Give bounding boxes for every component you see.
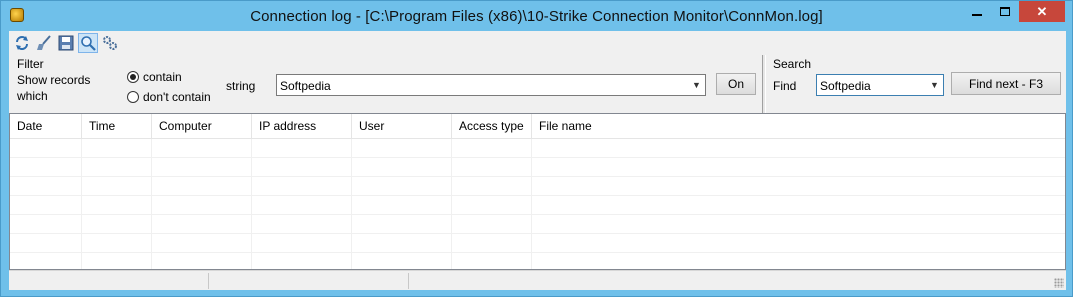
column-header-file-name[interactable]: File name (532, 114, 1065, 139)
column-divider (81, 139, 82, 269)
settings-button[interactable] (100, 33, 120, 53)
search-panel: Search Find Softpedia ▼ Find next - F3 (766, 55, 1066, 113)
find-label: Find (773, 79, 797, 93)
dont-contain-option-label[interactable]: don't contain (143, 90, 211, 104)
filter-on-button[interactable]: On (716, 73, 756, 95)
contain-option-label[interactable]: contain (143, 70, 182, 84)
empty-grid-line (10, 139, 1065, 158)
contain-radio[interactable] (127, 71, 139, 83)
column-divider (351, 139, 352, 269)
show-records-label: Show records (17, 73, 91, 87)
filter-string-combo[interactable]: Softpedia ▼ (276, 74, 706, 96)
search-icon (81, 36, 96, 51)
find-value: Softpedia (820, 79, 871, 93)
empty-grid-line (10, 215, 1065, 234)
log-table[interactable]: Date Time Computer IP address User Acces… (9, 113, 1066, 270)
dont-contain-radio[interactable] (127, 91, 139, 103)
status-cell (209, 273, 409, 289)
status-bar (9, 270, 1066, 290)
window-title: Connection log - [C:\Program Files (x86)… (250, 8, 823, 25)
status-cell (9, 273, 209, 289)
resize-grip-icon[interactable] (1054, 278, 1064, 288)
maximize-button[interactable] (991, 1, 1018, 22)
column-divider (531, 139, 532, 269)
table-header: Date Time Computer IP address User Acces… (10, 114, 1065, 139)
filter-string-value: Softpedia (280, 79, 331, 93)
minimize-icon (972, 13, 982, 16)
empty-grid-line (10, 234, 1065, 253)
column-header-ip-address[interactable]: IP address (252, 114, 352, 139)
column-header-user[interactable]: User (352, 114, 452, 139)
client-area: Filter Show records which contain don't … (9, 31, 1066, 290)
column-header-computer[interactable]: Computer (152, 114, 252, 139)
refresh-icon (16, 36, 28, 50)
column-divider (251, 139, 252, 269)
string-label: string (226, 79, 256, 93)
column-divider (451, 139, 452, 269)
close-icon: ✕ (1036, 3, 1048, 19)
empty-grid-line (10, 196, 1065, 215)
minimize-button[interactable] (963, 1, 991, 22)
find-combo[interactable]: Softpedia ▼ (816, 74, 944, 96)
save-icon (58, 35, 74, 51)
application-window: Connection log - [C:\Program Files (x86)… (0, 0, 1073, 297)
toolbar (9, 31, 1066, 55)
filter-section-label: Filter (17, 57, 44, 71)
column-header-time[interactable]: Time (82, 114, 152, 139)
column-header-access-type[interactable]: Access type (452, 114, 532, 139)
which-label: which (17, 89, 48, 103)
chevron-down-icon[interactable]: ▼ (688, 75, 705, 95)
clear-icon (37, 35, 51, 50)
search-section-label: Search (773, 57, 812, 71)
column-header-date[interactable]: Date (10, 114, 82, 139)
find-button[interactable] (78, 33, 98, 53)
find-next-button[interactable]: Find next - F3 (951, 72, 1061, 95)
filter-panel: Filter Show records which contain don't … (9, 55, 762, 113)
table-body (10, 139, 1065, 269)
maximize-icon (999, 7, 1010, 16)
column-divider (151, 139, 152, 269)
empty-grid-line (10, 158, 1065, 177)
clear-log-button[interactable] (34, 33, 54, 53)
refresh-button[interactable] (12, 33, 32, 53)
save-button[interactable] (56, 33, 76, 53)
settings-icon (103, 36, 117, 50)
empty-grid-line (10, 177, 1065, 196)
close-button[interactable]: ✕ (1019, 1, 1065, 22)
title-bar[interactable]: Connection log - [C:\Program Files (x86)… (1, 1, 1072, 31)
chevron-down-icon[interactable]: ▼ (926, 75, 943, 95)
